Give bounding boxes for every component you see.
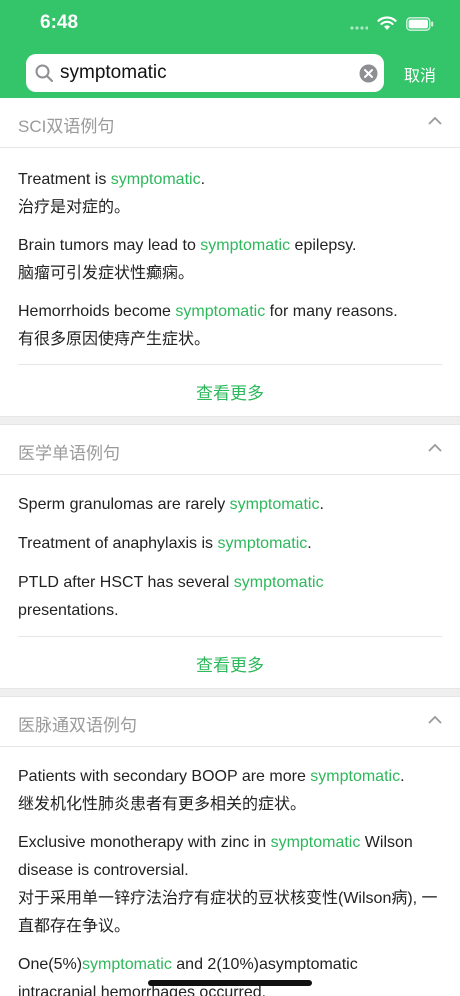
keyword-highlight: symptomatic — [200, 237, 291, 254]
see-more-row: 查看更多 — [18, 364, 442, 416]
example-chinese: 对于采用单一锌疗法治疗有症状的豆状核变性(Wilson病), 一直都存在争议。 — [18, 890, 438, 935]
example-sentence: Hemorrhoids become symptomatic for many … — [18, 298, 442, 354]
example-english: One(5%)symptomatic and 2(10%)asymptomati… — [18, 956, 358, 996]
clear-icon[interactable] — [359, 64, 378, 83]
wifi-icon — [377, 16, 397, 30]
battery-icon — [406, 16, 434, 31]
search-icon — [35, 64, 53, 82]
results-list: SCI双语例句 Treatment is symptomatic. 治疗是对症的… — [0, 98, 460, 996]
cancel-button[interactable]: 取消 — [404, 62, 436, 86]
section-header[interactable]: 医脉通双语例句 — [0, 697, 460, 747]
example-sentence: Treatment of anaphylaxis is symptomatic. — [18, 530, 442, 558]
example-sentence: Exclusive monotherapy with zinc in sympt… — [18, 829, 438, 941]
section-title: SCI双语例句 — [18, 117, 115, 136]
section-title: 医学单语例句 — [18, 444, 120, 463]
home-indicator — [148, 980, 312, 986]
section-header[interactable]: 医学单语例句 — [0, 425, 460, 475]
signal-icon — [350, 25, 368, 30]
section-header[interactable]: SCI双语例句 — [0, 98, 460, 148]
example-english: Sperm granulomas are rarely symptomatic. — [18, 496, 324, 513]
chevron-up-icon[interactable] — [428, 443, 442, 452]
example-sentence: One(5%)symptomatic and 2(10%)asymptomati… — [18, 951, 418, 996]
status-icons — [350, 16, 434, 31]
keyword-highlight: symptomatic — [175, 303, 266, 320]
example-sentence: Patients with secondary BOOP are more sy… — [18, 763, 442, 819]
see-more-button[interactable]: 查看更多 — [196, 379, 264, 404]
example-english: Hemorrhoids become symptomatic for many … — [18, 303, 398, 320]
see-more-button[interactable]: 查看更多 — [196, 651, 264, 676]
keyword-highlight: symptomatic — [217, 535, 308, 552]
keyword-highlight: symptomatic — [310, 768, 401, 785]
keyword-highlight: symptomatic — [110, 171, 201, 188]
keyword-highlight: symptomatic — [270, 834, 361, 851]
example-chinese: 有很多原因使痔产生症状。 — [18, 331, 211, 348]
keyword-highlight: symptomatic — [82, 956, 172, 973]
example-chinese: 治疗是对症的。 — [18, 199, 131, 216]
example-english: PTLD after HSCT has several symptomatic … — [18, 574, 324, 619]
search-input[interactable] — [60, 54, 350, 92]
keyword-highlight: symptomatic — [229, 496, 320, 513]
see-more-row: 查看更多 — [18, 636, 442, 688]
example-english: Patients with secondary BOOP are more sy… — [18, 768, 405, 785]
example-english: Treatment is symptomatic. — [18, 171, 206, 188]
header-bar: 6:48 symptomatic 取消 — [0, 0, 460, 98]
status-bar: 6:48 — [0, 0, 460, 50]
section-divider — [0, 416, 460, 425]
example-chinese: 脑瘤可引发症状性癫痫。 — [18, 265, 195, 282]
section-medical-examples: 医学单语例句 Sperm granulomas are rarely sympt… — [0, 425, 460, 688]
example-english: Exclusive monotherapy with zinc in sympt… — [18, 834, 413, 879]
example-sentence: Treatment is symptomatic. 治疗是对症的。 — [18, 166, 442, 222]
section-bilingual-examples: 医脉通双语例句 Patients with secondary BOOP are… — [0, 697, 460, 996]
example-english: Treatment of anaphylaxis is symptomatic. — [18, 535, 312, 552]
example-chinese: 继发机化性肺炎患者有更多相关的症状。 — [18, 796, 307, 813]
section-divider — [0, 688, 460, 697]
status-time: 6:48 — [40, 12, 79, 33]
example-sentence: Brain tumors may lead to symptomatic epi… — [18, 232, 442, 288]
section-sci-examples: SCI双语例句 Treatment is symptomatic. 治疗是对症的… — [0, 98, 460, 416]
search-bar[interactable] — [26, 54, 384, 92]
chevron-up-icon[interactable] — [428, 715, 442, 724]
chevron-up-icon[interactable] — [428, 116, 442, 125]
example-sentence: Sperm granulomas are rarely symptomatic. — [18, 491, 442, 519]
example-sentence: PTLD after HSCT has several symptomatic … — [18, 569, 358, 625]
section-title: 医脉通双语例句 — [18, 716, 137, 735]
example-english: Brain tumors may lead to symptomatic epi… — [18, 237, 357, 254]
keyword-highlight: symptomatic — [233, 574, 324, 591]
